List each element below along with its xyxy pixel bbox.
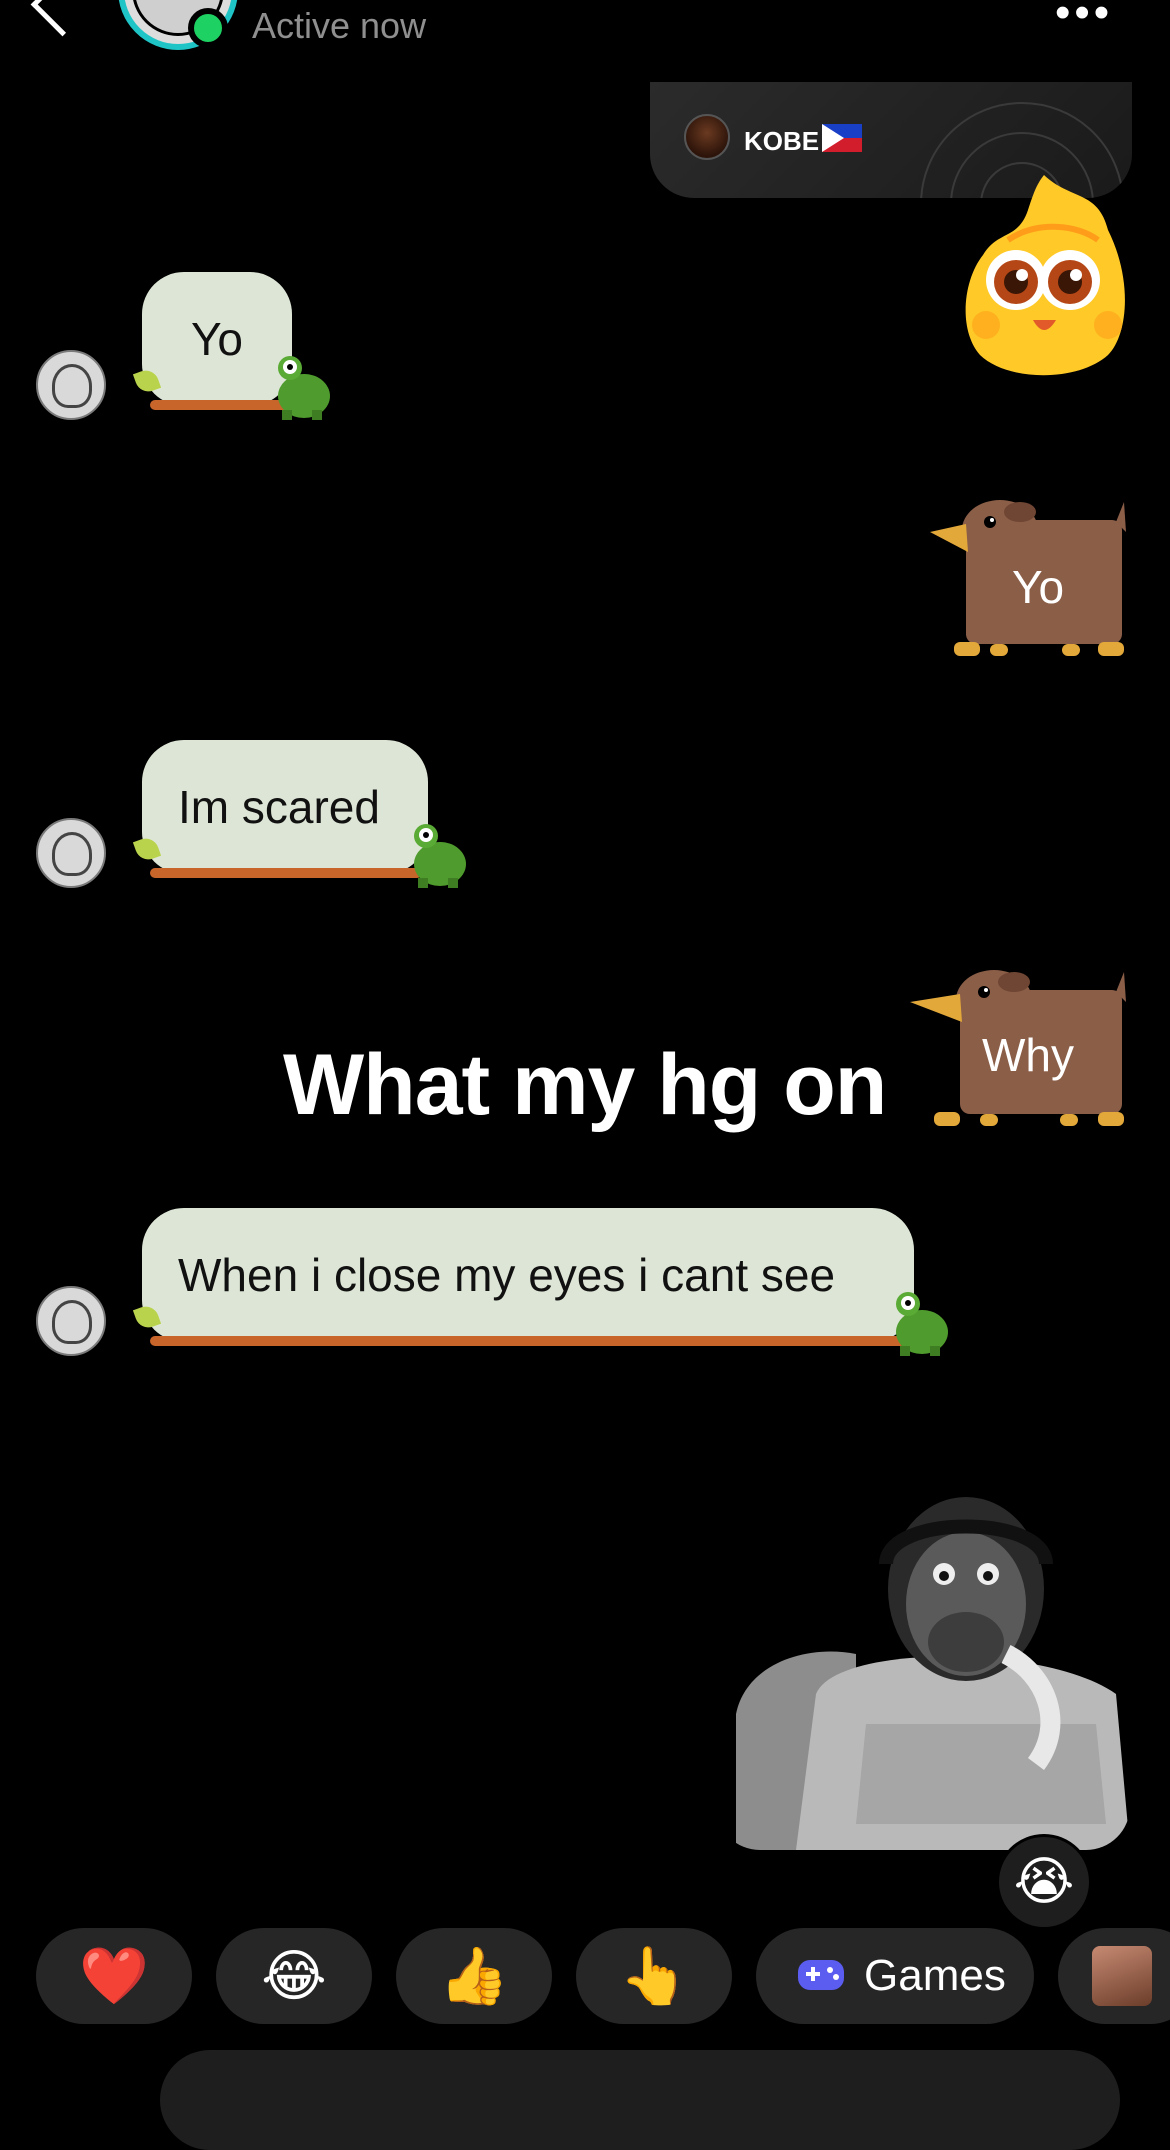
fire-mascot-sticker[interactable]	[958, 170, 1130, 380]
sender-avatar[interactable]	[36, 1286, 106, 1356]
message-composer[interactable]	[160, 2050, 1120, 2150]
frog-icon	[414, 824, 466, 888]
incoming-message[interactable]: When i close my eyes i cant see	[142, 1208, 914, 1342]
outgoing-message[interactable]: Yo	[1012, 560, 1064, 614]
story-author-name: KOBE	[744, 126, 820, 156]
meme-photo-message[interactable]	[716, 1494, 1130, 1850]
back-chevron-icon[interactable]	[30, 0, 95, 37]
active-status-text: Active now	[252, 5, 427, 46]
story-author-avatar	[684, 114, 730, 160]
frog-icon	[278, 356, 330, 420]
point-reaction-button[interactable]: 👆	[576, 1928, 732, 2024]
more-options-icon[interactable]: •••	[1055, 0, 1113, 38]
heart-reaction-button[interactable]: ❤️	[36, 1928, 192, 2024]
thumbs-up-reaction-button[interactable]: 👍	[396, 1928, 552, 2024]
gamepad-icon	[798, 1960, 844, 1990]
outgoing-message[interactable]: Why	[982, 1028, 1074, 1082]
photo-thumbnail	[1092, 1946, 1152, 2006]
vine-decoration	[150, 1336, 906, 1346]
online-status-dot	[188, 8, 228, 48]
sender-avatar[interactable]	[36, 350, 106, 420]
vine-decoration	[150, 868, 422, 878]
laugh-reaction-button[interactable]: 😂	[216, 1928, 372, 2024]
crying-reaction-badge[interactable]: 😭	[996, 1834, 1092, 1930]
frog-icon	[896, 1292, 948, 1356]
games-button[interactable]: Games	[756, 1928, 1034, 2024]
games-label: Games	[864, 1951, 1006, 2000]
sender-avatar[interactable]	[36, 818, 106, 888]
photo-suggestion-button[interactable]	[1058, 1928, 1170, 2024]
overlay-caption: What my hg on	[283, 1037, 887, 1133]
philippines-flag-icon	[822, 124, 862, 152]
incoming-message[interactable]: Im scared	[142, 740, 428, 874]
